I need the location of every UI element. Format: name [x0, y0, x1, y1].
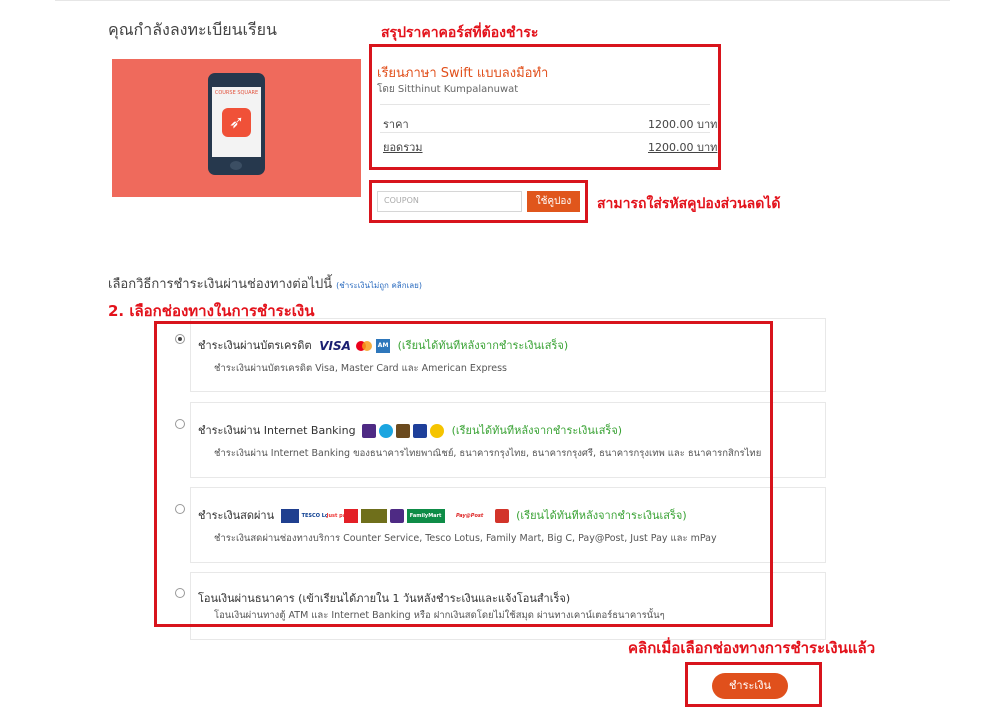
payment-help-link[interactable]: (ชำระเงินไม่ถูก คลิกเลย)	[336, 281, 422, 290]
annotation-summary: สรุปราคาคอร์สที่ต้องชำระ	[381, 25, 539, 41]
annotation-coupon: สามารถใส่รหัสคูปองส่วนลดได้	[597, 196, 781, 212]
apply-coupon-button[interactable]: ใช้คูปอง	[527, 191, 580, 212]
course-title: เรียนภาษา Swift แบบลงมือทำ	[377, 66, 549, 81]
annotation-click-pay: คลิกเมื่อเลือกช่องทางการชำระเงินแล้ว	[628, 639, 876, 657]
swift-logo-icon: ➶	[222, 108, 251, 137]
payment-section-title: เลือกวิธีการชำระเงินผ่านช่องทางต่อไปนี้(…	[108, 277, 422, 292]
coupon-placeholder: COUPON	[384, 196, 419, 205]
instructor-name: โดย Sitthinut Kumpalanuwat	[377, 84, 519, 95]
phone-illustration: COURSE SQUARE ➶	[208, 73, 265, 175]
price-label: ราคา	[383, 118, 409, 131]
summary-divider	[380, 104, 710, 105]
price-value: 1200.00 บาท	[648, 118, 718, 131]
total-label: ยอดรวม	[383, 141, 423, 154]
phone-home-button-icon	[230, 161, 242, 170]
course-square-logo: COURSE SQUARE	[214, 90, 259, 96]
top-divider	[55, 0, 950, 1]
annotation-box-payment-methods	[154, 321, 773, 627]
page-title: คุณกำลังลงทะเบียนเรียน	[108, 20, 277, 39]
course-thumbnail: COURSE SQUARE ➶	[112, 59, 361, 197]
coupon-input[interactable]: COUPON	[377, 191, 522, 212]
total-value: 1200.00 บาท	[648, 141, 718, 154]
pay-button[interactable]: ชำระเงิน	[712, 673, 788, 699]
summary-divider	[380, 132, 710, 133]
